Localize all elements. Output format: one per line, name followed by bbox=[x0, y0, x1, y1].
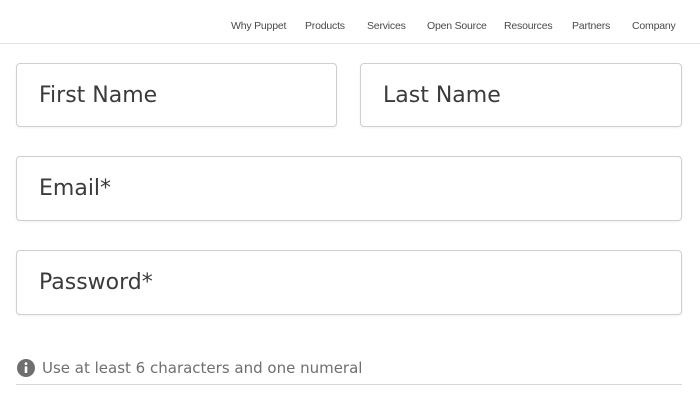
top-navigation: Why Puppet Products Services Open Source… bbox=[0, 0, 700, 44]
password-hint: Use at least 6 characters and one numera… bbox=[16, 357, 362, 379]
divider bbox=[16, 384, 682, 385]
nav-partners[interactable]: Partners bbox=[572, 20, 610, 32]
nav-products[interactable]: Products bbox=[305, 20, 345, 32]
nav-why-puppet[interactable]: Why Puppet bbox=[231, 20, 286, 32]
nav-open-source[interactable]: Open Source bbox=[427, 20, 487, 32]
password-hint-text: Use at least 6 characters and one numera… bbox=[42, 359, 363, 377]
password-field[interactable] bbox=[16, 250, 682, 315]
first-name-field[interactable] bbox=[16, 63, 337, 127]
email-field[interactable] bbox=[16, 156, 682, 221]
nav-company[interactable]: Company bbox=[632, 20, 676, 32]
last-name-field[interactable] bbox=[360, 63, 682, 127]
nav-services[interactable]: Services bbox=[367, 20, 406, 32]
nav-resources[interactable]: Resources bbox=[504, 20, 553, 32]
info-icon bbox=[16, 358, 36, 378]
